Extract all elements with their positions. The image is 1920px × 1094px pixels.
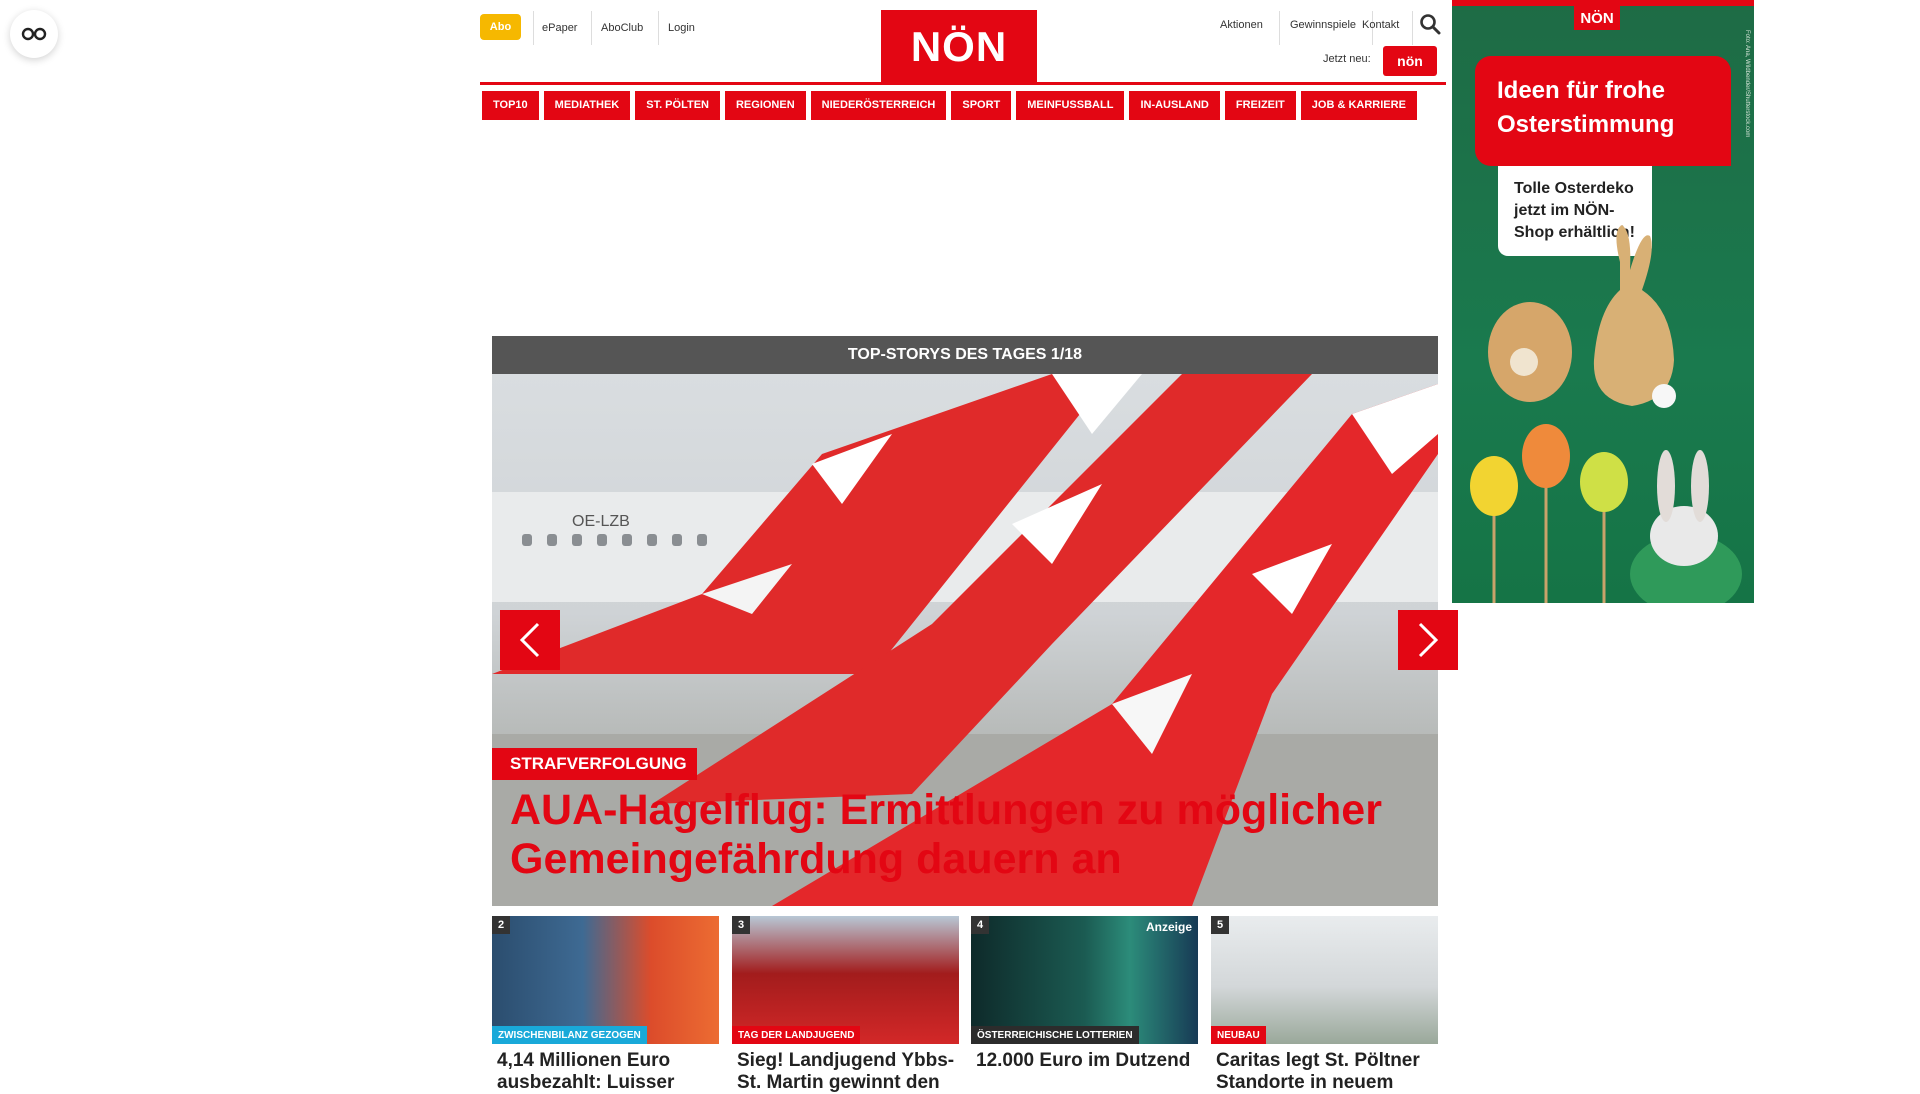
story-rank: 3 [732,916,750,934]
story-rank: 5 [1211,916,1229,934]
nav-item-mediathek[interactable]: MEDIATHEK [543,91,631,120]
top-bar: Abo ePaper AboClub Login NÖN Aktionen Ge… [480,0,1441,84]
abo-button[interactable]: Abo [480,14,521,40]
nav-item-sport[interactable]: SPORT [951,91,1012,120]
nav-item-st-poelten[interactable]: ST. PÖLTEN [635,91,720,120]
jetzt-neu-label: Jetzt neu: [1323,53,1371,65]
story-title[interactable]: Sieg! Landjugend Ybbs-St. Martin gewinnt… [732,1050,959,1094]
divider [1279,11,1280,45]
chevron-left-icon [519,622,540,658]
kontakt-link[interactable]: Kontakt [1362,11,1399,39]
story-tag: ZWISCHENBILANZ GEZOGEN [492,1026,647,1044]
gewinnspiele-link[interactable]: Gewinnspiele [1290,11,1356,39]
header-divider [480,82,1446,85]
story-tag: ÖSTERREICHISCHE LOTTERIEN [971,1026,1139,1044]
story-rank: 2 [492,916,510,934]
epaper-link[interactable]: ePaper [542,14,577,42]
story-title[interactable]: Caritas legt St. Pöltner Standorte in ne… [1211,1050,1438,1094]
nav-item-meinfussball[interactable]: MEINFUSSBALL [1016,91,1125,120]
noen-logo[interactable]: NÖN [881,10,1037,83]
story-image[interactable]: 5 NEUBAU [1211,916,1438,1044]
reader-mode-button[interactable] [10,10,58,58]
nav-item-in-ausland[interactable]: IN-AUSLAND [1129,91,1220,120]
story-tile[interactable]: 4 Anzeige ÖSTERREICHISCHE LOTTERIEN 12.0… [971,916,1198,1072]
sponsored-label: Anzeige [1145,920,1192,934]
story-title[interactable]: 12.000 Euro im Dutzend [971,1050,1198,1072]
hero-category-badge[interactable]: STRAFVERFOLGUNG [492,748,697,780]
chevron-right-icon [1418,622,1439,658]
story-tag: NEUBAU [1211,1026,1266,1044]
easter-decor-illustration [1470,225,1742,603]
divider [533,11,534,45]
nav-item-regionen[interactable]: REGIONEN [724,91,806,120]
aboclub-link[interactable]: AboClub [601,14,643,42]
story-image[interactable]: 4 Anzeige ÖSTERREICHISCHE LOTTERIEN [971,916,1198,1044]
advertisement-banner[interactable]: NÖN Foto: Ana, Wildbender/Shutterstock.c… [1452,0,1754,603]
nav-item-niederoesterreich[interactable]: NIEDERÖSTERREICH [810,91,947,120]
magazine-badge[interactable]: nön [1383,46,1437,76]
divider [658,11,659,45]
glasses-icon [21,27,47,41]
story-title[interactable]: 4,14 Millionen Euro ausbezahlt: Luisser [492,1050,719,1094]
plane-registration: OE-LZB [572,513,630,530]
divider [1412,11,1413,45]
story-tile[interactable]: 3 TAG DER LANDJUGEND Sieg! Landjugend Yb… [732,916,959,1094]
search-icon[interactable] [1419,13,1441,35]
carousel-next-button[interactable] [1398,610,1458,670]
story-image[interactable]: 2 ZWISCHENBILANZ GEZOGEN [492,916,719,1044]
nav-item-job-karriere[interactable]: JOB & KARRIERE [1300,91,1417,120]
carousel-prev-button[interactable] [500,610,560,670]
login-link[interactable]: Login [668,14,695,42]
story-tag: TAG DER LANDJUGEND [732,1026,861,1044]
main-nav: TOP10 MEDIATHEK ST. PÖLTEN REGIONEN NIED… [482,91,1422,120]
story-tile[interactable]: 5 NEUBAU Caritas legt St. Pöltner Stando… [1211,916,1438,1094]
aktionen-link[interactable]: Aktionen [1220,11,1263,39]
top-stories-header: TOP-STORYS DES TAGES 1/18 [492,336,1438,374]
story-tile[interactable]: 2 ZWISCHENBILANZ GEZOGEN 4,14 Millionen … [492,916,719,1094]
hero-headline[interactable]: AUA-Hagelflug: Ermittlungen zu möglicher… [510,786,1430,884]
nav-item-top10[interactable]: TOP10 [482,91,539,120]
nav-item-freizeit[interactable]: FREIZEIT [1224,91,1296,120]
story-rank: 4 [971,916,989,934]
divider [591,11,592,45]
story-image[interactable]: 3 TAG DER LANDJUGEND [732,916,959,1044]
